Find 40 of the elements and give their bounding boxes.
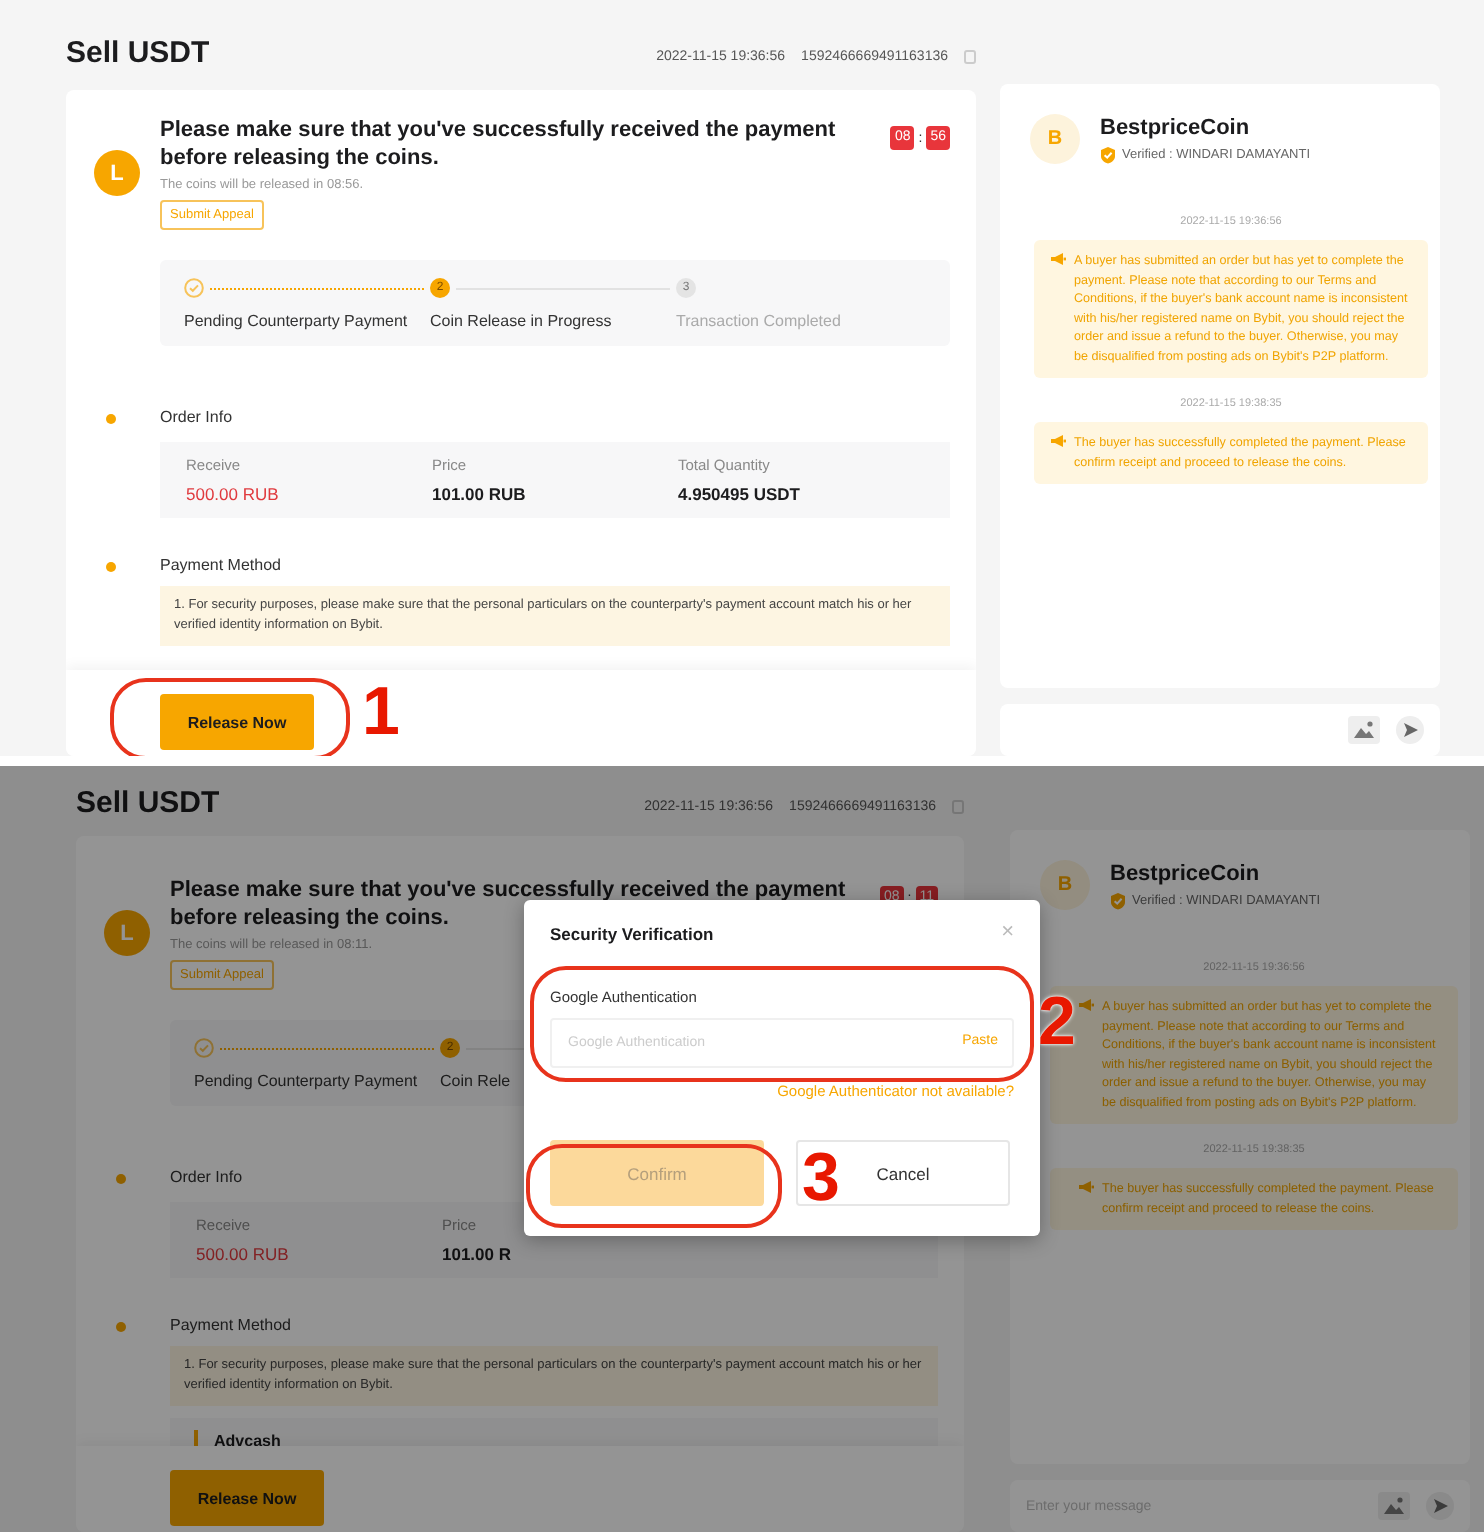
step-label: Coin Rele <box>440 1072 513 1090</box>
user-name: BestpriceCoin <box>1100 115 1252 139</box>
section-title: Payment Method <box>160 556 281 576</box>
section-title: Order Info <box>170 1168 243 1188</box>
field-value: 500.00 RUB <box>196 1244 291 1264</box>
field-value: 500.00 RUB <box>186 484 281 504</box>
notice-heading: Please make sure that you've successfully received the payment before releasing the coins. <box>160 116 838 172</box>
method-name: Advcash <box>214 1431 281 1446</box>
section-title: Payment Method <box>170 1316 291 1336</box>
close-button[interactable]: × <box>1001 922 1014 944</box>
avatar: L <box>94 150 140 196</box>
section-title: Order Info <box>160 408 233 428</box>
megaphone-icon <box>1050 252 1066 266</box>
page-title: Sell USDT <box>76 786 220 820</box>
send-icon[interactable] <box>1396 716 1424 744</box>
field-value: 4.950495 USDT <box>678 484 802 504</box>
page-title: Sell USDT <box>66 36 210 70</box>
release-now-button[interactable]: Release Now <box>170 1470 324 1526</box>
annotation-number: 3 <box>802 1146 840 1210</box>
shield-check-icon <box>1110 891 1126 909</box>
avatar: B <box>1040 860 1090 910</box>
avatar: L <box>104 910 150 956</box>
annotation-number: 2 <box>1038 990 1076 1054</box>
image-icon[interactable] <box>1348 716 1380 744</box>
annotation-number: 1 <box>362 680 400 744</box>
megaphone-icon <box>1078 1180 1094 1194</box>
step-label: Pending Counterparty Payment <box>194 1072 420 1090</box>
field-value: 101.00 RUB <box>432 484 528 504</box>
shield-check-icon <box>1100 145 1116 163</box>
megaphone-icon <box>1050 434 1066 448</box>
step-label: Transaction Completed <box>676 312 843 330</box>
field-value: 101.00 R <box>442 1244 513 1264</box>
megaphone-icon <box>1078 998 1094 1012</box>
step-label: Pending Counterparty Payment <box>184 312 410 330</box>
user-name: BestpriceCoin <box>1110 861 1262 885</box>
release-now-button[interactable]: Release Now <box>160 694 314 750</box>
step-label: Coin Release in Progress <box>430 312 614 330</box>
avatar: B <box>1030 114 1080 164</box>
send-icon[interactable] <box>1426 1492 1454 1520</box>
image-icon[interactable] <box>1378 1492 1410 1520</box>
